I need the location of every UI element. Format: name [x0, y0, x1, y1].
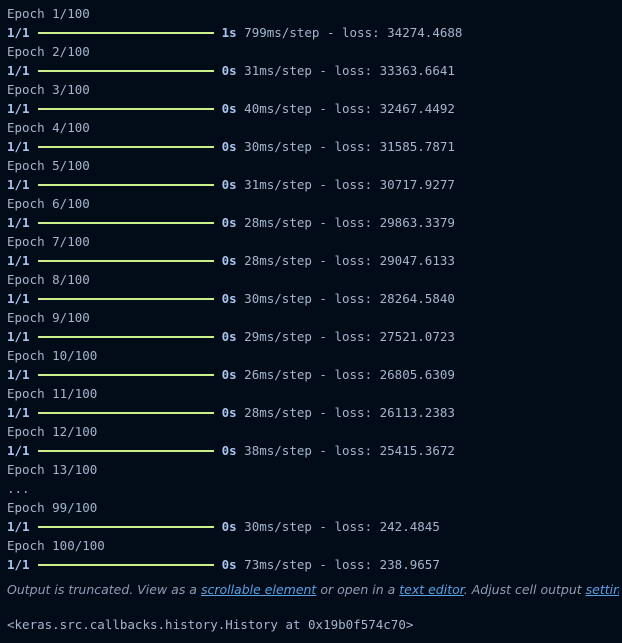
step-detail: 40ms/step - loss: 32467.4492 — [244, 101, 455, 116]
progress-line: 1/1 0s 28ms/step - loss: 26113.2383 — [7, 403, 617, 422]
step-detail: 30ms/step - loss: 28264.5840 — [244, 291, 455, 306]
text-editor-link[interactable]: text editor — [399, 582, 464, 597]
epoch-line: Epoch 7/100 — [7, 234, 90, 249]
progress-line: 1/1 0s 30ms/step - loss: 28264.5840 — [7, 289, 617, 308]
progress-line: 1/1 0s 30ms/step - loss: 242.4845 — [7, 517, 617, 536]
epoch-line: Epoch 1/100 — [7, 6, 90, 21]
progress-bar — [37, 335, 214, 338]
elapsed-time: 0s — [221, 253, 237, 268]
epoch-line: Epoch 12/100 — [7, 424, 98, 439]
epoch-line: Epoch 3/100 — [7, 82, 90, 97]
epoch-line: Epoch 100/100 — [7, 538, 105, 553]
step-counter: 1/1 — [7, 291, 30, 306]
step-detail: 26ms/step - loss: 26805.6309 — [244, 367, 455, 382]
progress-bar — [37, 31, 214, 34]
progress-bar — [37, 107, 214, 110]
epoch-line: Epoch 9/100 — [7, 310, 90, 325]
step-counter: 1/1 — [7, 215, 30, 230]
step-detail: 29ms/step - loss: 27521.0723 — [244, 329, 455, 344]
progress-bar — [37, 373, 214, 376]
epoch-line: Epoch 8/100 — [7, 272, 90, 287]
elapsed-time: 0s — [221, 519, 237, 534]
cell-output: Epoch 1/100 1/1 1s 799ms/step - loss: 3427… — [7, 4, 617, 574]
notice-prefix: Output is truncated. View as a — [7, 582, 201, 597]
step-detail: 28ms/step - loss: 26113.2383 — [244, 405, 455, 420]
step-counter: 1/1 — [7, 367, 30, 382]
progress-bar — [37, 449, 214, 452]
progress-bar — [37, 221, 214, 224]
progress-bar — [37, 259, 214, 262]
step-counter: 1/1 — [7, 139, 30, 154]
elapsed-time: 0s — [221, 443, 237, 458]
elapsed-time: 0s — [221, 177, 237, 192]
progress-line: 1/1 1s 799ms/step - loss: 34274.4688 — [7, 23, 617, 42]
elapsed-time: 0s — [221, 101, 237, 116]
progress-line: 1/1 0s 31ms/step - loss: 30717.9277 — [7, 175, 617, 194]
step-counter: 1/1 — [7, 25, 30, 40]
epoch-line: Epoch 11/100 — [7, 386, 98, 401]
progress-line: 1/1 0s 29ms/step - loss: 27521.0723 — [7, 327, 617, 346]
progress-bar — [37, 525, 214, 528]
elapsed-time: 0s — [221, 367, 237, 382]
notice-suffix: . Adjust cell output — [463, 582, 586, 597]
progress-line: 1/1 0s 73ms/step - loss: 238.9657 — [7, 555, 617, 574]
step-detail: 31ms/step - loss: 30717.9277 — [244, 177, 455, 192]
epoch-line: Epoch 5/100 — [7, 158, 90, 173]
epoch-line: Epoch 10/100 — [7, 348, 98, 363]
progress-line: 1/1 0s 40ms/step - loss: 32467.4492 — [7, 99, 617, 118]
progress-line: 1/1 0s 28ms/step - loss: 29863.3379 — [7, 213, 617, 232]
progress-bar — [37, 563, 214, 566]
epoch-line: Epoch 6/100 — [7, 196, 90, 211]
elapsed-time: 0s — [221, 215, 237, 230]
epoch-line: ... — [7, 481, 30, 496]
step-counter: 1/1 — [7, 405, 30, 420]
step-detail: 38ms/step - loss: 25415.3672 — [244, 443, 455, 458]
elapsed-time: 0s — [221, 329, 237, 344]
progress-bar — [37, 297, 214, 300]
elapsed-time: 1s — [221, 25, 237, 40]
step-counter: 1/1 — [7, 519, 30, 534]
scrollable-element-link[interactable]: scrollable element — [201, 582, 316, 597]
cell-result: <keras.src.callbacks.history.History at … — [7, 617, 414, 632]
progress-line: 1/1 0s 38ms/step - loss: 25415.3672 — [7, 441, 617, 460]
progress-bar — [37, 411, 214, 414]
progress-line: 1/1 0s 26ms/step - loss: 26805.6309 — [7, 365, 617, 384]
progress-line: 1/1 0s 28ms/step - loss: 29047.6133 — [7, 251, 617, 270]
epoch-line: Epoch 4/100 — [7, 120, 90, 135]
step-counter: 1/1 — [7, 557, 30, 572]
elapsed-time: 0s — [221, 139, 237, 154]
elapsed-time: 0s — [221, 63, 237, 78]
notice-middle: or open in a — [316, 582, 400, 597]
step-detail: 73ms/step - loss: 238.9657 — [244, 557, 440, 572]
settings-link[interactable]: settings — [586, 582, 619, 597]
elapsed-time: 0s — [221, 405, 237, 420]
elapsed-time: 0s — [221, 557, 237, 572]
progress-bar — [37, 145, 214, 148]
step-detail: 30ms/step - loss: 31585.7871 — [244, 139, 455, 154]
step-counter: 1/1 — [7, 177, 30, 192]
progress-line: 1/1 0s 31ms/step - loss: 33363.6641 — [7, 61, 617, 80]
elapsed-time: 0s — [221, 291, 237, 306]
step-detail: 28ms/step - loss: 29863.3379 — [244, 215, 455, 230]
step-detail: 31ms/step - loss: 33363.6641 — [244, 63, 455, 78]
step-counter: 1/1 — [7, 329, 30, 344]
epoch-line: Epoch 13/100 — [7, 462, 98, 477]
epoch-line: Epoch 2/100 — [7, 44, 90, 59]
step-detail: 28ms/step - loss: 29047.6133 — [244, 253, 455, 268]
epoch-line: Epoch 99/100 — [7, 500, 98, 515]
step-detail: 30ms/step - loss: 242.4845 — [244, 519, 440, 534]
step-counter: 1/1 — [7, 101, 30, 116]
progress-bar — [37, 183, 214, 186]
step-counter: 1/1 — [7, 443, 30, 458]
step-counter: 1/1 — [7, 63, 30, 78]
truncation-notice: Output is truncated. View as a scrollabl… — [7, 580, 619, 600]
progress-line: 1/1 0s 30ms/step - loss: 31585.7871 — [7, 137, 617, 156]
step-counter: 1/1 — [7, 253, 30, 268]
progress-bar — [37, 69, 214, 72]
step-detail: 799ms/step - loss: 34274.4688 — [244, 25, 463, 40]
